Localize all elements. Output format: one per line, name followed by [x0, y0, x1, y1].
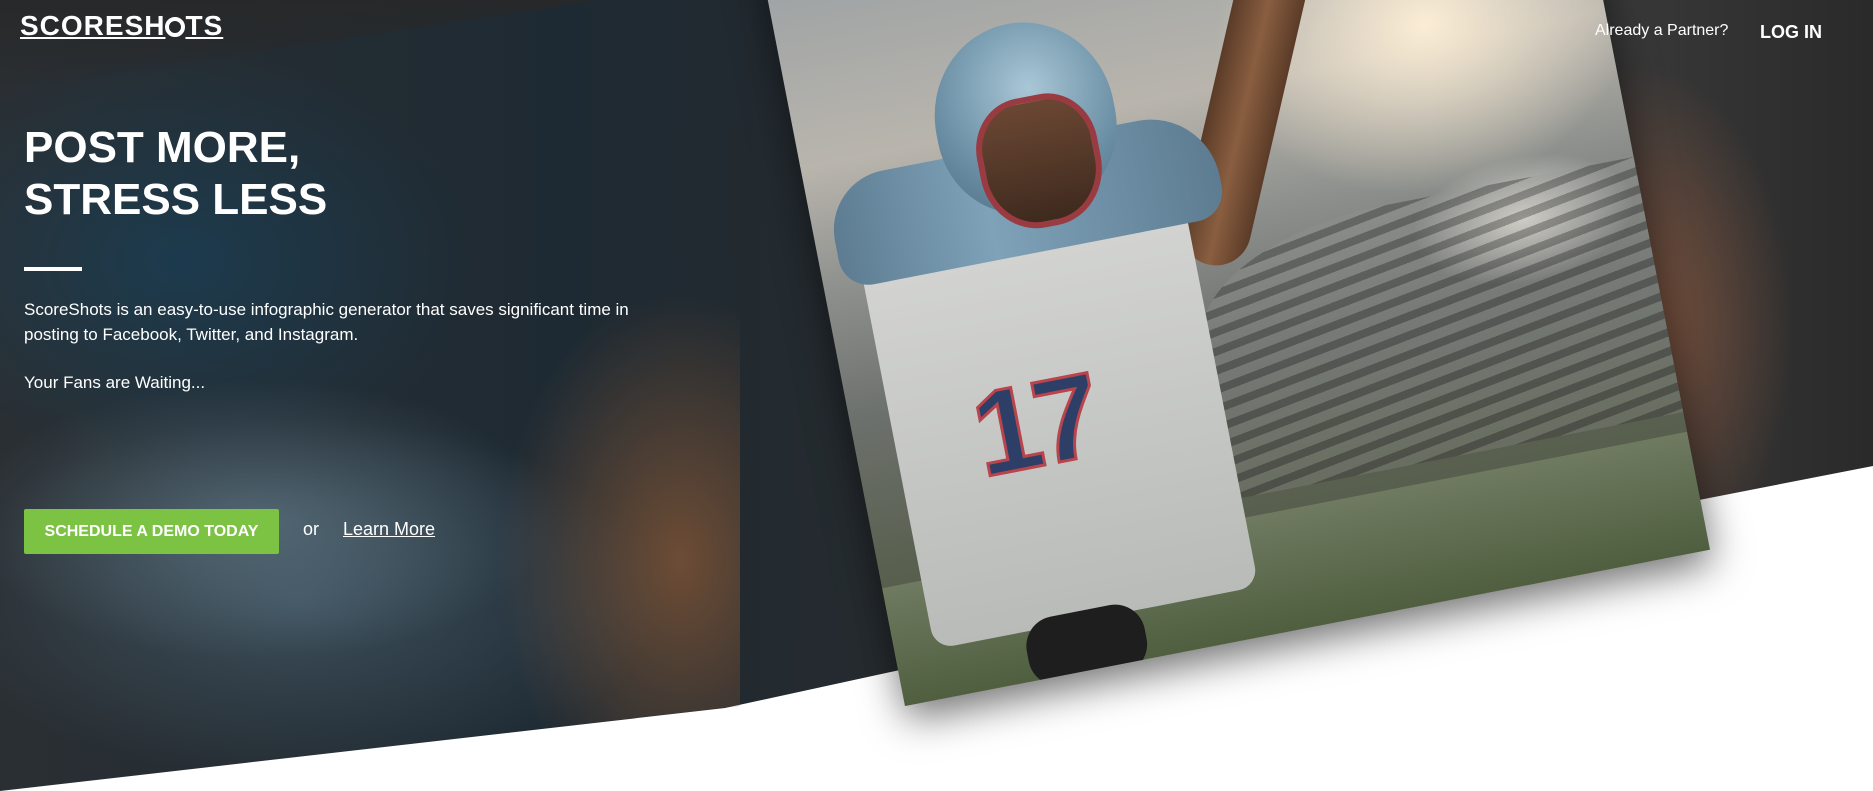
scoreshots-logo[interactable]: SCORESH TS [20, 10, 223, 42]
hero-background-blur [0, 0, 740, 791]
headline-divider [24, 267, 82, 271]
jersey-number: 17 [961, 346, 1109, 504]
hero-photo-football-player: 17 [760, 0, 1710, 707]
learn-more-link[interactable]: Learn More [343, 519, 435, 540]
logo-text-start: SCORESH [20, 10, 166, 41]
or-separator: or [303, 519, 320, 539]
logo-text-end: TS [185, 10, 224, 41]
hero-headline: POST MORE, STRESS LESS [24, 123, 328, 224]
login-link[interactable]: LOG IN [1760, 22, 1822, 43]
hero-description: ScoreShots is an easy-to-use infographic… [24, 300, 629, 344]
already-partner-link[interactable]: Already a Partner? [1595, 22, 1728, 40]
hero-tagline: Your Fans are Waiting... [24, 373, 206, 392]
schedule-demo-button[interactable]: SCHEDULE A DEMO TODAY [24, 509, 279, 554]
shutter-ring-icon [165, 17, 186, 37]
